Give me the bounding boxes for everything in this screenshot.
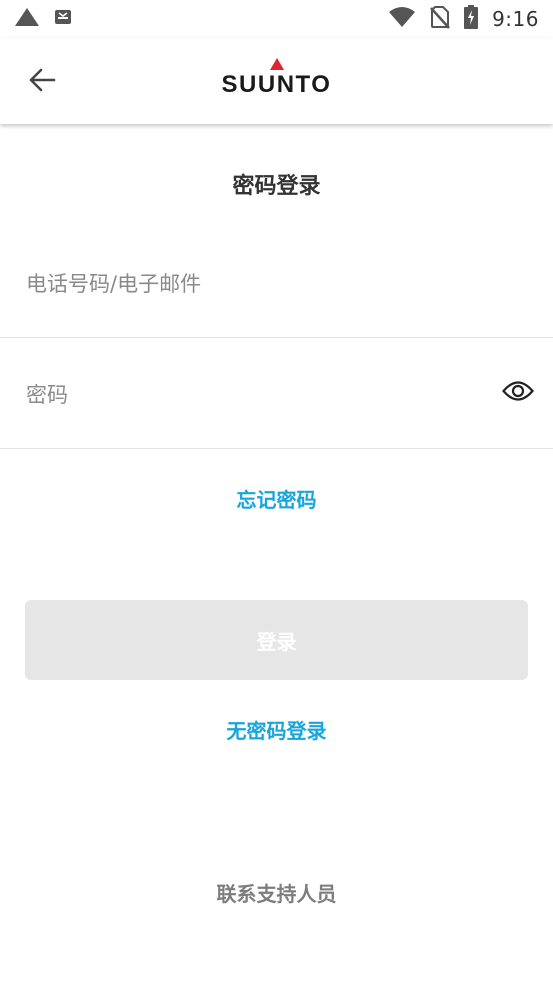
phone-email-input[interactable] [24,228,468,339]
phone-email-field [0,228,553,339]
page-title: 密码登录 [232,174,321,199]
logo-text: SUUNTO [221,71,332,98]
status-bar-right: 9:16 [388,5,539,33]
app-notification-icon [54,8,72,30]
status-bar-left [14,7,72,31]
password-input[interactable] [24,339,468,450]
triangle-icon [14,7,40,31]
status-bar: 9:16 [0,0,553,38]
battery-charging-icon [464,5,479,33]
eye-icon [502,380,534,406]
suunto-logo: SUUNTO [0,58,553,97]
wifi-icon [388,6,416,32]
password-field [0,339,553,450]
contact-support-link[interactable]: 联系支持人员 [0,878,553,907]
app-bar: SUUNTO [0,38,553,124]
login-button[interactable]: 登录 [25,600,528,680]
status-time: 9:16 [492,7,539,31]
show-password-button[interactable] [501,379,535,407]
passwordless-login-link[interactable]: 无密码登录 [0,715,553,744]
logo-triangle-icon [269,58,284,70]
no-sim-icon [430,5,451,33]
forgot-password-link[interactable]: 忘记密码 [0,484,553,513]
